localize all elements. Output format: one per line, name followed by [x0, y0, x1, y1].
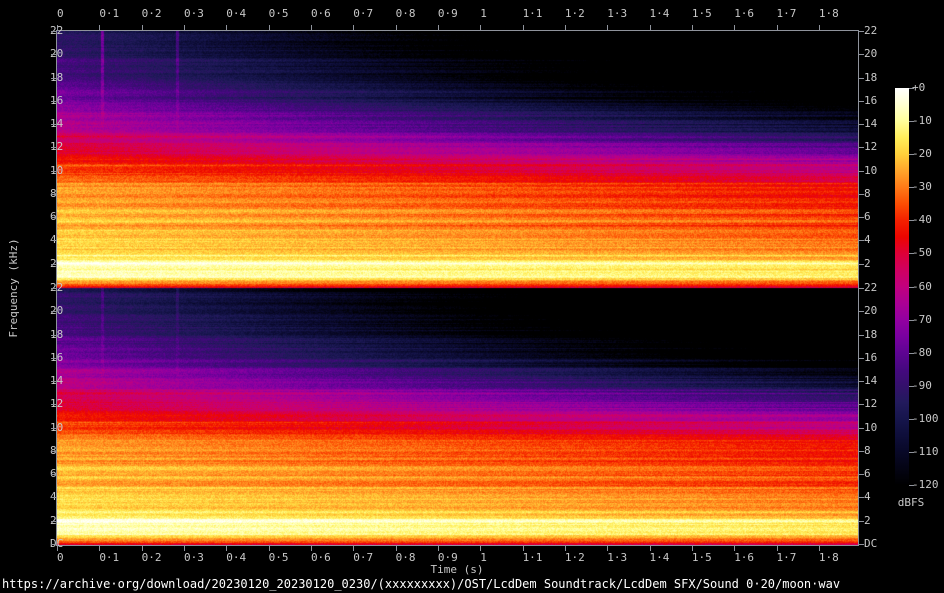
- spectrogram-viewer: 00·10·20·30·40·50·60·70·80·911·11·21·31·…: [0, 0, 944, 593]
- freq-axis-title: Frequency (kHz): [8, 238, 20, 337]
- l: -120: [912, 479, 939, 491]
- axis-tick: [909, 121, 914, 122]
- l: -100: [912, 413, 939, 425]
- l: -90: [912, 380, 932, 392]
- l: -30: [912, 181, 932, 193]
- axis-tick: [909, 154, 914, 155]
- time-axis-title: Time (s): [431, 564, 484, 576]
- colorbar-axis: +0-10-20-30-40-50-60-70-80-90-100-110-12…: [0, 0, 944, 593]
- axis-tick: [909, 287, 914, 288]
- axis-tick: [909, 353, 914, 354]
- l: -40: [912, 214, 932, 226]
- l: -60: [912, 281, 932, 293]
- axis-tick: [909, 485, 914, 486]
- colorbar-unit-label: dBFS: [898, 497, 925, 509]
- axis-tick: [909, 452, 914, 453]
- l: -80: [912, 347, 932, 359]
- axis-tick: [909, 419, 914, 420]
- axis-tick: [909, 220, 914, 221]
- colorbar-gradient: [895, 88, 909, 485]
- axis-tick: [909, 187, 914, 188]
- status-url: https://archive·org/download/20230120_20…: [2, 578, 840, 591]
- l: -50: [912, 247, 932, 259]
- axis-tick: [909, 320, 914, 321]
- axis-tick: [909, 88, 914, 89]
- axis-tick: [909, 386, 914, 387]
- axis-tick: [909, 253, 914, 254]
- l: -10: [912, 115, 932, 127]
- l: -110: [912, 446, 939, 458]
- l: -20: [912, 148, 932, 160]
- l: -70: [912, 314, 932, 326]
